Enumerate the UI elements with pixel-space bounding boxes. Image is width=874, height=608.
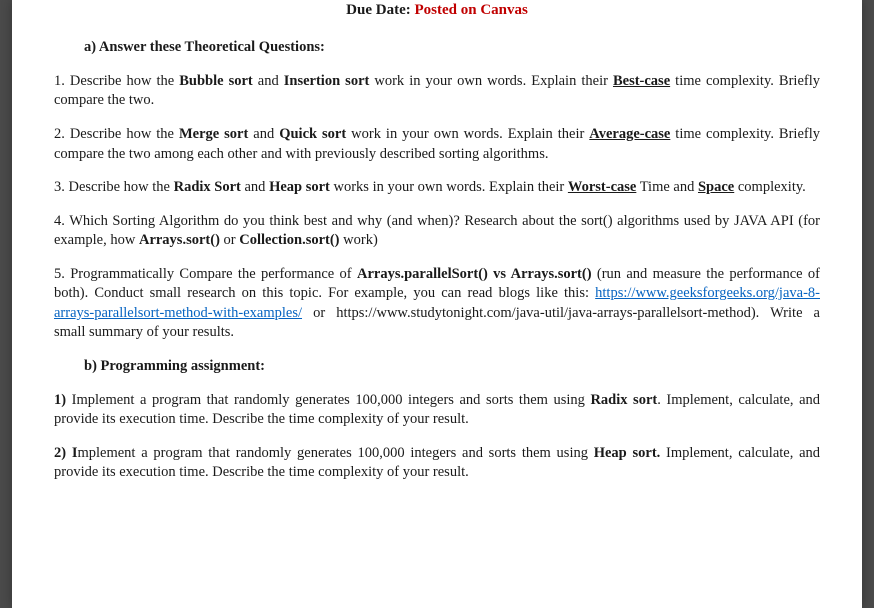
question-5: 5. Programmatically Compare the performa…	[54, 265, 820, 343]
due-date-label: Due Date:	[346, 2, 414, 18]
q3-bold-radix: Radix Sort	[174, 179, 241, 195]
p2-bold-heap: Heap sort.	[594, 445, 661, 461]
q1-text: 1. Describe how the	[54, 73, 179, 89]
programming-2: 2) Implement a program that randomly gen…	[54, 444, 820, 483]
q3-space: Space	[698, 179, 734, 195]
question-3: 3. Describe how the Radix Sort and Heap …	[54, 178, 820, 198]
p2-text: mplement a program that randomly generat…	[77, 445, 593, 461]
q3-text: works in your own words. Explain their	[330, 179, 568, 195]
programming-1: 1) Implement a program that randomly gen…	[54, 391, 820, 430]
q5-bold-parallel: Arrays.parallelSort() vs Arrays.sort()	[357, 266, 592, 282]
p1-text: Implement a program that randomly genera…	[72, 392, 591, 408]
p1-bold-radix: Radix sort	[590, 392, 657, 408]
q1-text: work in your own words. Explain their	[369, 73, 613, 89]
q3-worstcase: Worst-case	[568, 179, 636, 195]
due-date-value: Posted on Canvas	[414, 2, 527, 18]
q3-text: and	[241, 179, 269, 195]
q3-text: 3. Describe how the	[54, 179, 174, 195]
q2-bold-merge: Merge sort	[179, 126, 248, 142]
q1-bold-bubble: Bubble sort	[179, 73, 253, 89]
q2-text: 2. Describe how the	[54, 126, 179, 142]
q2-text: and	[248, 126, 279, 142]
q3-text: Time and	[636, 179, 698, 195]
document-page: Due Date: Posted on Canvas a) Answer the…	[12, 0, 862, 608]
q2-averagecase: Average-case	[589, 126, 670, 142]
q5-text: 5. Programmatically Compare the performa…	[54, 266, 357, 282]
section-b-heading: b) Programming assignment:	[84, 357, 820, 377]
q3-bold-heap: Heap sort	[269, 179, 330, 195]
q4-text: or	[220, 232, 239, 248]
q1-text: and	[253, 73, 284, 89]
q4-bold-collectionsort: Collection.sort()	[239, 232, 339, 248]
p2-num: 2) I	[54, 445, 77, 461]
q2-bold-quick: Quick sort	[279, 126, 346, 142]
q4-bold-arrayssort: Arrays.sort()	[139, 232, 220, 248]
q4-text: work)	[340, 232, 378, 248]
question-4: 4. Which Sorting Algorithm do you think …	[54, 212, 820, 251]
q3-text: complexity.	[734, 179, 806, 195]
question-1: 1. Describe how the Bubble sort and Inse…	[54, 72, 820, 111]
due-date-line: Due Date: Posted on Canvas	[54, 0, 820, 20]
q2-text: work in your own words. Explain their	[346, 126, 589, 142]
q1-bestcase: Best-case	[613, 73, 670, 89]
section-a-heading: a) Answer these Theoretical Questions:	[84, 38, 820, 58]
question-2: 2. Describe how the Merge sort and Quick…	[54, 125, 820, 164]
q1-bold-insertion: Insertion sort	[284, 73, 370, 89]
p1-num: 1)	[54, 392, 72, 408]
